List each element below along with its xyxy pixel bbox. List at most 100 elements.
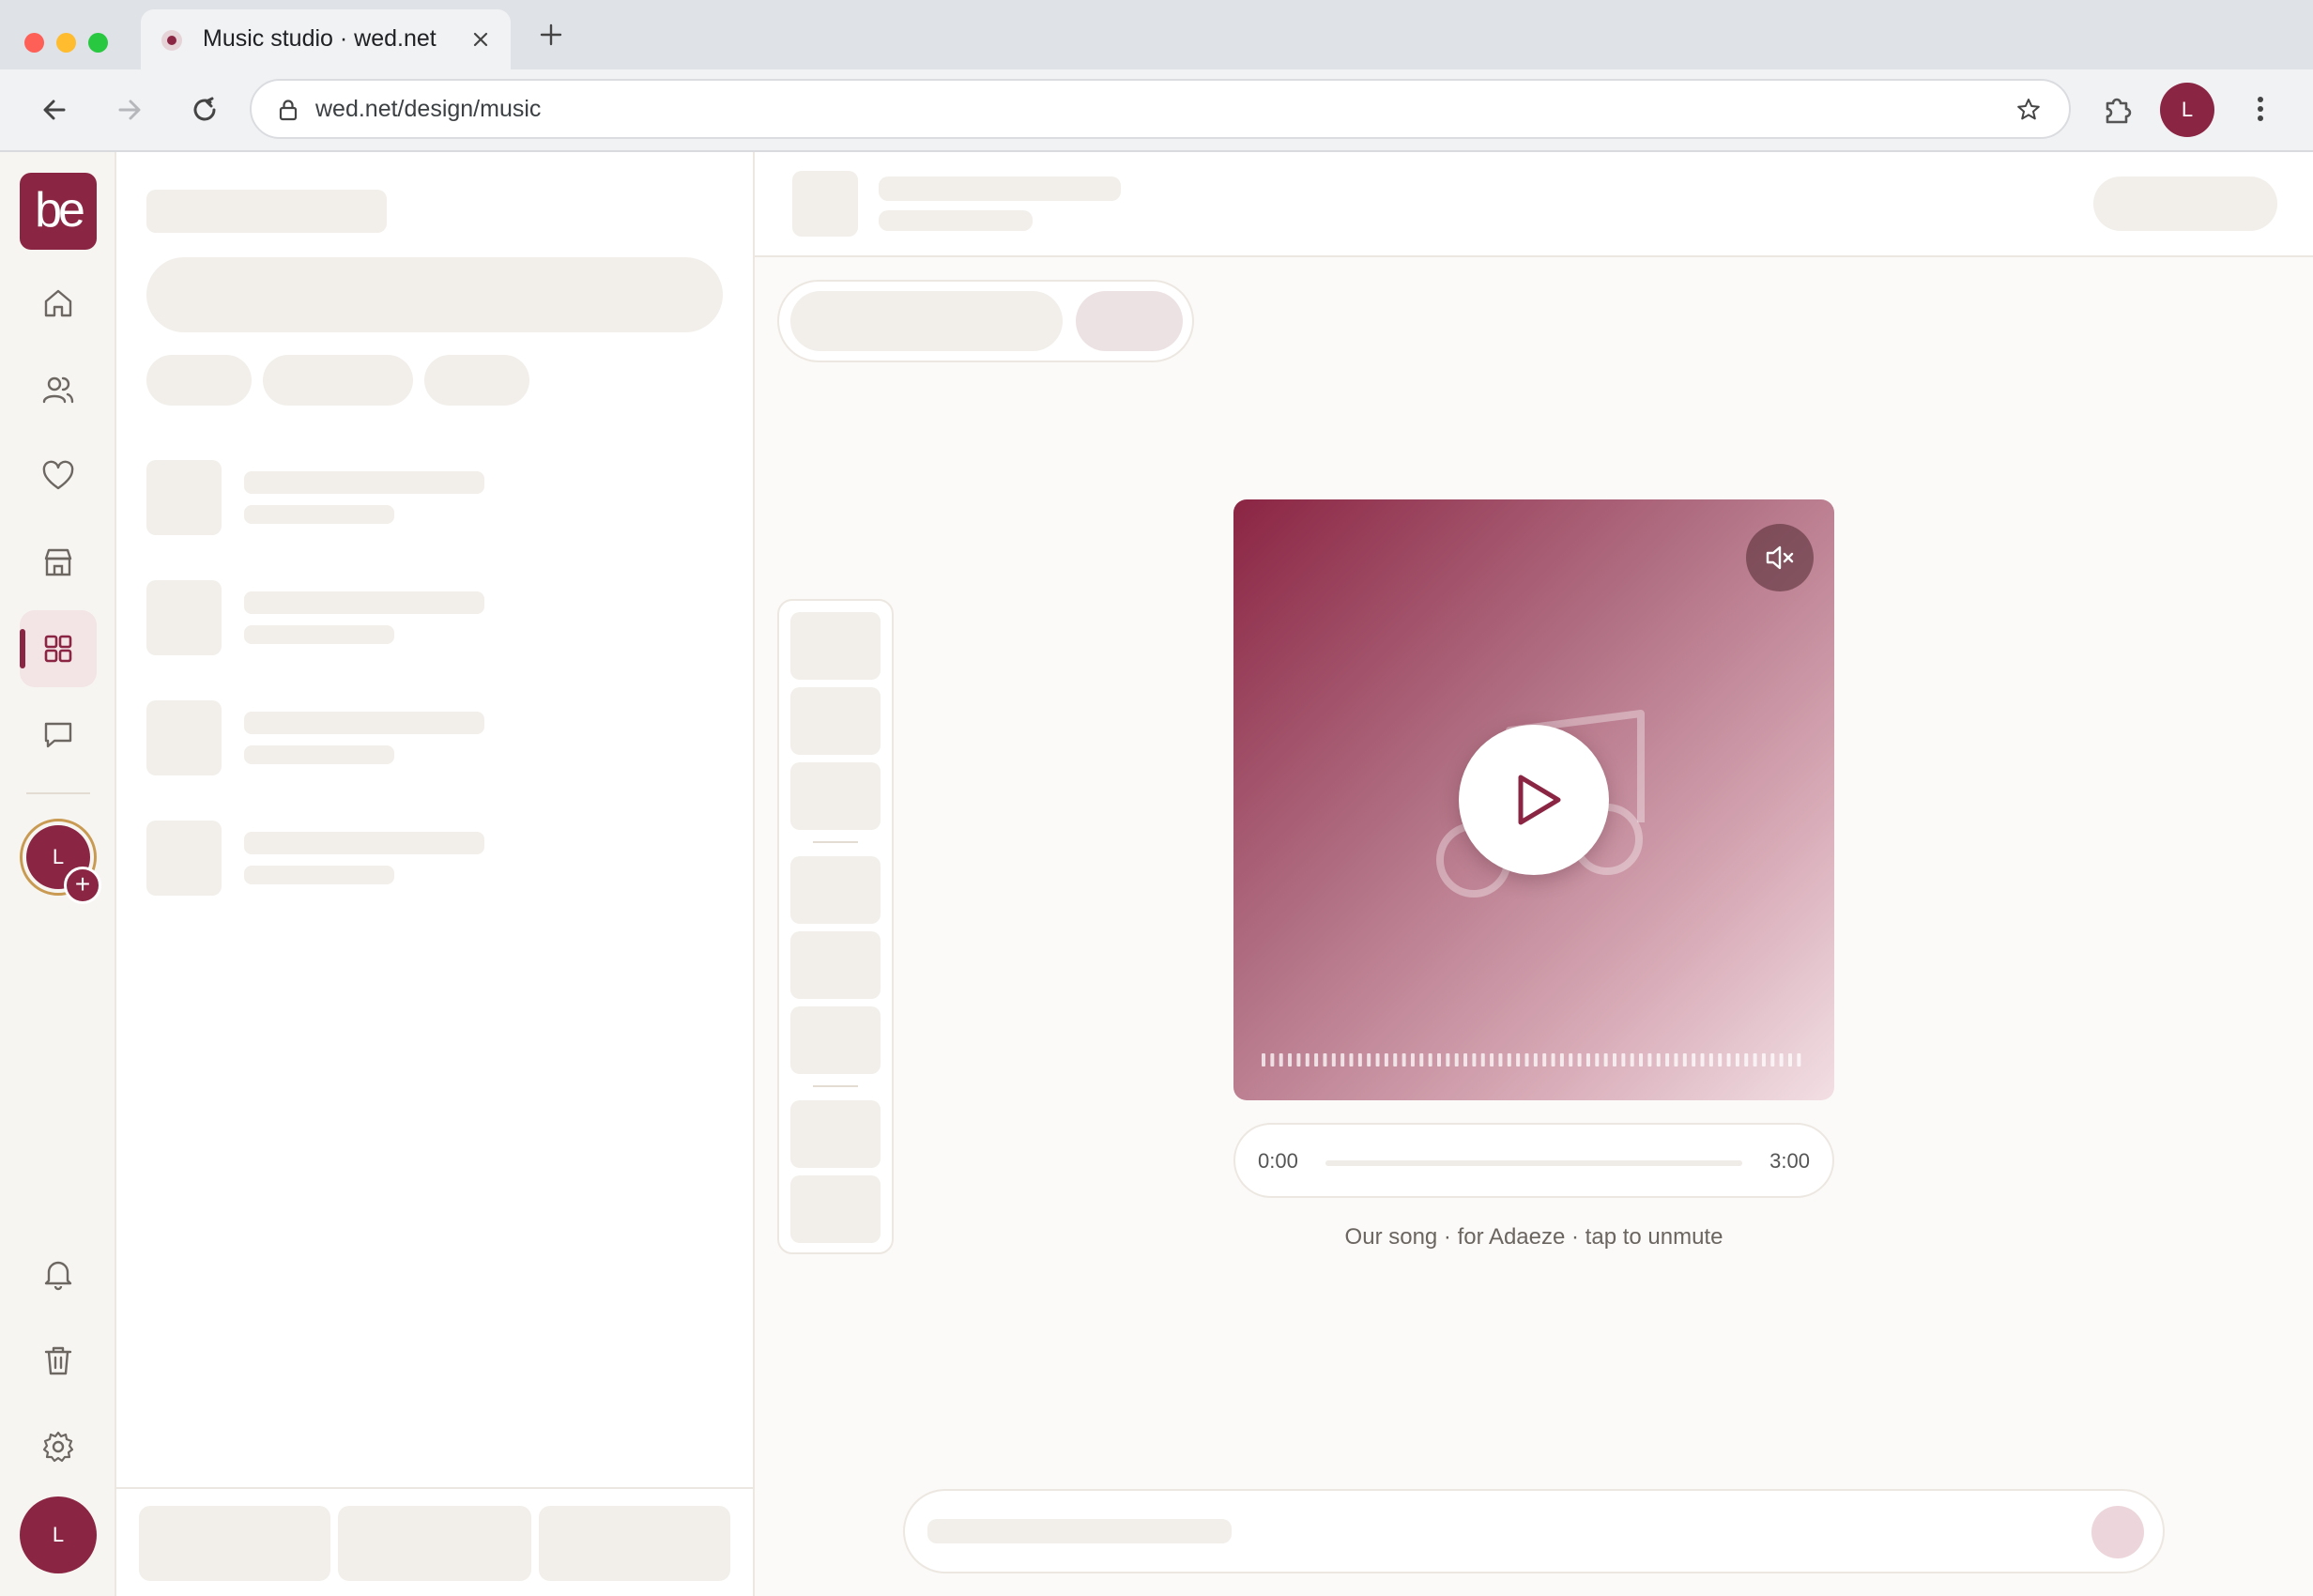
- address-bar[interactable]: wed.net/design/music: [250, 79, 2071, 139]
- rail-divider: [26, 792, 90, 794]
- waveform-bar: [1533, 1053, 1538, 1067]
- waveform-bar: [1718, 1053, 1723, 1067]
- duration: 3:00: [1769, 1149, 1810, 1173]
- rail-item-guests[interactable]: [20, 351, 97, 428]
- brand-logo[interactable]: be: [20, 173, 97, 250]
- waveform-bar: [1524, 1053, 1529, 1067]
- waveform-bar: [1692, 1053, 1696, 1067]
- user-avatar[interactable]: L: [20, 1496, 97, 1573]
- rail-item-design[interactable]: [20, 610, 97, 687]
- rail-item-home[interactable]: [20, 265, 97, 342]
- skeleton-footer-button: [539, 1506, 730, 1581]
- users-icon: [42, 376, 74, 404]
- browser-tabstrip: Music studio · wed.net: [0, 0, 2313, 69]
- waveform-bar: [1472, 1053, 1477, 1067]
- window-close-button[interactable]: [24, 33, 44, 53]
- play-icon: [1518, 775, 1561, 825]
- waveform-bar: [1735, 1053, 1739, 1067]
- add-workspace-button[interactable]: +: [64, 867, 101, 904]
- skeleton-list-line: [244, 832, 484, 854]
- skeleton-list-line: [244, 591, 484, 614]
- waveform-bar: [1753, 1053, 1757, 1067]
- rail-item-settings[interactable]: [20, 1408, 97, 1485]
- waveform-bar: [1454, 1053, 1459, 1067]
- skeleton-thumbnail: [790, 762, 881, 830]
- main-header: [755, 152, 2313, 257]
- workspace-avatar[interactable]: L +: [20, 819, 101, 904]
- reload-icon[interactable]: [186, 91, 223, 129]
- waveform-bar: [1577, 1053, 1582, 1067]
- waveform-bar: [1559, 1053, 1564, 1067]
- music-player-card[interactable]: [1233, 499, 1834, 1100]
- close-icon[interactable]: [471, 30, 490, 49]
- waveform-bar: [1314, 1053, 1319, 1067]
- url-text: wed.net/design/music: [315, 96, 542, 122]
- skeleton-thumbnail: [790, 931, 881, 999]
- waveform-bar: [1480, 1053, 1485, 1067]
- app: { "browser": { "tab_title": "Music studi…: [0, 0, 2313, 1596]
- waveform-bar: [1367, 1053, 1371, 1067]
- play-button[interactable]: [1459, 725, 1609, 875]
- waveform-bar: [1288, 1053, 1293, 1067]
- waveform-bar: [1788, 1053, 1792, 1067]
- waveform-bar: [1331, 1053, 1336, 1067]
- waveform-bar: [1402, 1053, 1406, 1067]
- skeleton-footer-button: [338, 1506, 531, 1581]
- extensions-puzzle-icon[interactable]: [2099, 90, 2137, 128]
- trash-icon: [44, 1346, 72, 1375]
- window-minimize-button[interactable]: [56, 33, 76, 53]
- rail-item-trash[interactable]: [20, 1322, 97, 1399]
- playback-timebar: 0:00 3:00: [1233, 1123, 1834, 1198]
- skeleton-list-line: [244, 471, 484, 494]
- waveform-bar: [1613, 1053, 1616, 1067]
- browser-tab[interactable]: Music studio · wed.net: [141, 9, 511, 69]
- waveform-bar: [1375, 1053, 1380, 1067]
- skeleton-footer-button: [139, 1506, 330, 1581]
- back-icon[interactable]: [36, 91, 73, 129]
- skeleton-list-line: [244, 712, 484, 734]
- skeleton-header-title: [879, 176, 1121, 201]
- waveform-bar: [1279, 1053, 1283, 1067]
- window-zoom-button[interactable]: [88, 33, 108, 53]
- rail-item-favorites[interactable]: [20, 437, 97, 514]
- prompt-composer[interactable]: [903, 1489, 2165, 1573]
- rail-item-notifications[interactable]: [20, 1235, 97, 1312]
- kebab-menu-icon[interactable]: [2242, 90, 2279, 128]
- skeleton-list-thumb: [146, 580, 222, 655]
- heart-icon: [42, 460, 74, 490]
- new-tab-icon[interactable]: [537, 21, 565, 49]
- waveform-bar: [1262, 1053, 1265, 1067]
- waveform-bar: [1621, 1053, 1626, 1067]
- left-panel-footer: [116, 1487, 753, 1596]
- bookmark-star-icon[interactable]: [2014, 96, 2043, 124]
- current-time: 0:00: [1258, 1149, 1298, 1173]
- skeleton-mode-option: [790, 291, 1063, 351]
- waveform-bar: [1674, 1053, 1678, 1067]
- unmute-button[interactable]: [1746, 524, 1814, 591]
- player-caption: Our song · for Adaeze · tap to unmute: [1344, 1224, 1723, 1250]
- waveform-bar: [1419, 1053, 1424, 1067]
- waveform-bar: [1490, 1053, 1494, 1067]
- waveform-bar: [1726, 1053, 1731, 1067]
- waveform-bar: [1349, 1053, 1354, 1067]
- waveform-bar: [1708, 1053, 1713, 1067]
- skeleton-panel-title: [146, 190, 387, 233]
- waveform-bar: [1630, 1053, 1634, 1067]
- rail-item-vendors[interactable]: [20, 524, 97, 601]
- seek-bar[interactable]: [1325, 1160, 1742, 1166]
- skeleton-thumbnail: [790, 1006, 881, 1074]
- waveform-bar: [1296, 1053, 1301, 1067]
- browser-profile-avatar[interactable]: L: [2160, 83, 2214, 137]
- waveform-bar: [1446, 1053, 1450, 1067]
- rail-item-messages[interactable]: [20, 697, 97, 774]
- waveform-bar: [1323, 1053, 1327, 1067]
- waveform-bar: [1393, 1053, 1398, 1067]
- skeleton-thumbnail: [790, 612, 881, 680]
- waveform-bar: [1569, 1053, 1573, 1067]
- thumbnail-strip: [777, 599, 894, 1254]
- nav-rail: be L + L: [0, 152, 116, 1596]
- waveform-bar: [1516, 1053, 1521, 1067]
- forward-icon[interactable]: [111, 91, 148, 129]
- mode-toggle: [777, 280, 1194, 362]
- send-button[interactable]: [2091, 1506, 2144, 1558]
